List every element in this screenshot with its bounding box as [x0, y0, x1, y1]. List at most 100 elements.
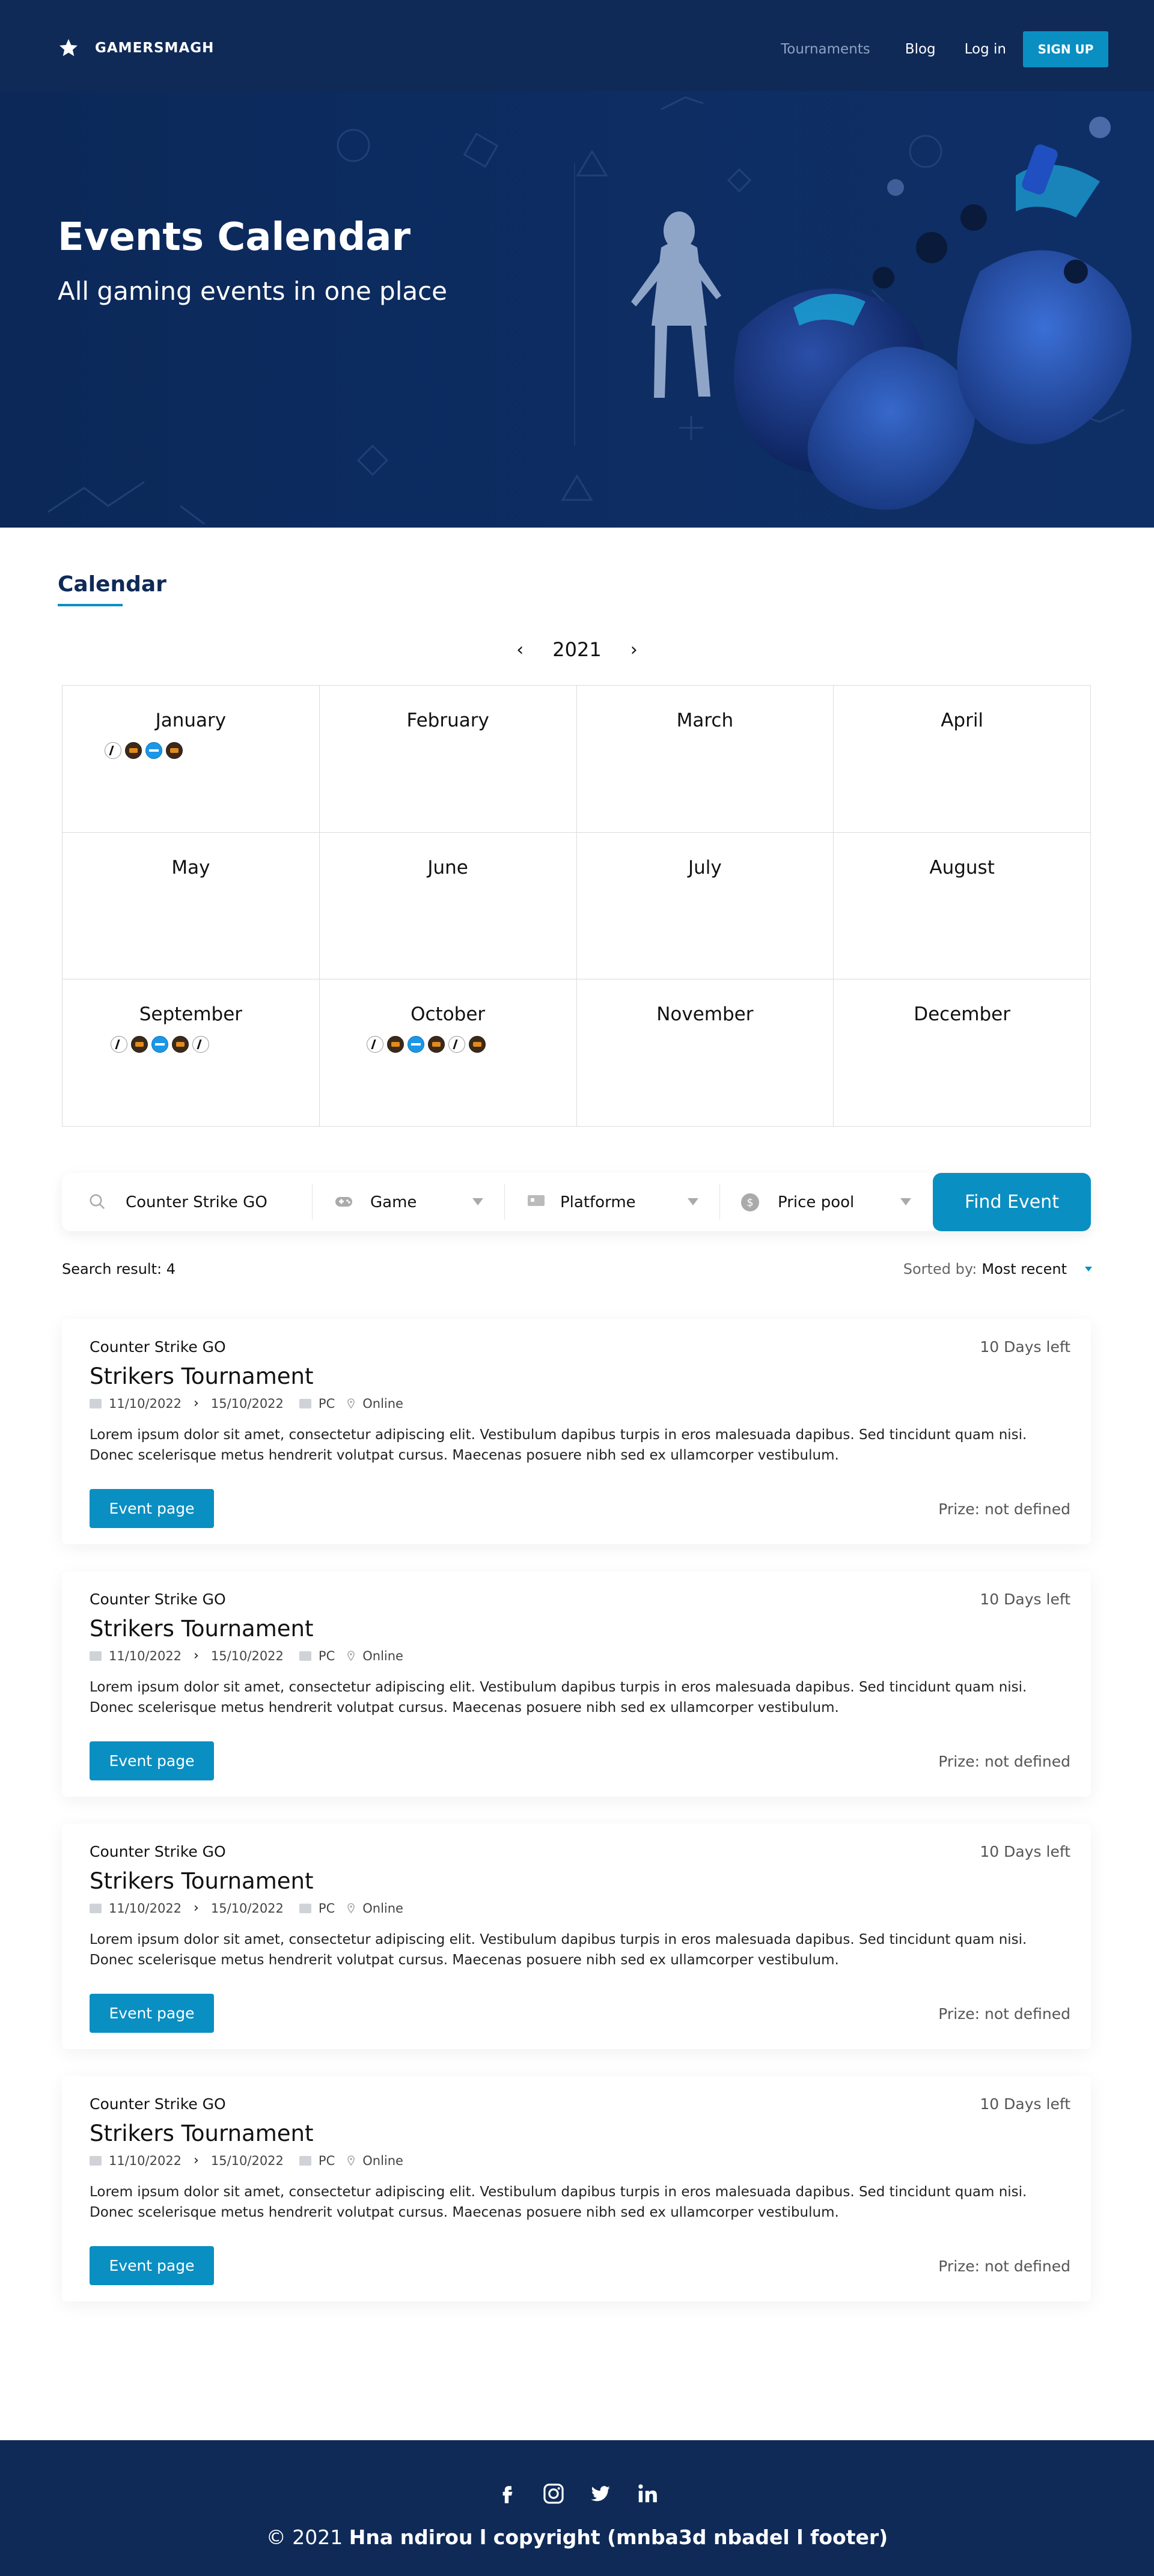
- month-events: [111, 1036, 209, 1053]
- month-cell-april[interactable]: April: [834, 686, 1091, 833]
- month-name: January: [155, 710, 227, 731]
- month-name: December: [914, 1003, 1010, 1026]
- brawl-game-icon[interactable]: [468, 1036, 486, 1053]
- event-platform: PC: [318, 1396, 335, 1411]
- chevron-down-icon: [472, 1198, 483, 1205]
- chevron-right-icon: ›: [194, 2153, 199, 2168]
- event-game: Counter Strike GO: [90, 2095, 226, 2113]
- platform-icon: [528, 1195, 545, 1206]
- brawl-game-icon[interactable]: [131, 1036, 148, 1053]
- month-cell-july[interactable]: July: [576, 832, 834, 980]
- event-description: Lorem ipsum dolor sit amet, consectetur …: [90, 2184, 1027, 2220]
- calendar-heading: Calendar: [58, 572, 166, 597]
- month-name: May: [171, 856, 210, 878]
- cs-game-icon[interactable]: [448, 1036, 465, 1053]
- event-game: Counter Strike GO: [90, 1338, 226, 1356]
- search-icon: [90, 1194, 105, 1210]
- calendar-icon: [90, 1903, 102, 1913]
- instagram-icon[interactable]: [542, 2482, 565, 2505]
- brand-logo[interactable]: GAMERSMAGH: [58, 37, 214, 59]
- hero-subtitle: All gaming events in one place: [58, 276, 448, 306]
- cs-game-icon[interactable]: [366, 1036, 383, 1053]
- month-cell-january[interactable]: January: [63, 686, 320, 833]
- event-platform: PC: [318, 2153, 335, 2168]
- month-name: April: [941, 710, 984, 731]
- month-cell-june[interactable]: June: [319, 832, 577, 980]
- nav-link-tournaments[interactable]: Tournaments: [781, 41, 870, 57]
- copyright-text: © 2021 Hna ndirou l copyright (mnba3d nb…: [266, 2526, 888, 2549]
- event-prize: Prize: not defined: [938, 2258, 1070, 2275]
- cs-game-icon[interactable]: [192, 1036, 209, 1053]
- event-days-left: 10 Days left: [980, 1338, 1070, 1356]
- chevron-down-icon[interactable]: [1085, 1267, 1092, 1271]
- nav-link-blog[interactable]: Blog: [905, 41, 936, 57]
- brawl-game-icon[interactable]: [386, 1036, 404, 1053]
- event-card: Counter Strike GO 10 Days left Strikers …: [62, 1319, 1091, 1544]
- event-page-button[interactable]: Event page: [90, 1994, 214, 2033]
- year-navigator: ‹ 2021 ›: [0, 638, 1154, 661]
- linkedin-icon[interactable]: [636, 2482, 659, 2505]
- sort-value[interactable]: Most recent: [982, 1261, 1067, 1277]
- search-field[interactable]: Counter Strike GO: [62, 1173, 313, 1231]
- find-event-button[interactable]: Find Event: [933, 1173, 1091, 1231]
- chevron-right-icon: ›: [194, 1901, 199, 1916]
- event-days-left: 10 Days left: [980, 2095, 1070, 2113]
- month-name: February: [406, 710, 489, 731]
- event-card: Counter Strike GO 10 Days left Strikers …: [62, 1571, 1091, 1797]
- next-year-button[interactable]: ›: [630, 639, 638, 660]
- search-input[interactable]: Counter Strike GO: [126, 1193, 267, 1211]
- month-name: June: [427, 856, 468, 878]
- brawl-game-icon[interactable]: [427, 1036, 445, 1053]
- event-prize: Prize: not defined: [938, 1500, 1070, 1518]
- hero-banner: Events Calendar All gaming events in one…: [0, 91, 1154, 528]
- month-cell-august[interactable]: August: [834, 832, 1091, 980]
- blue-game-icon[interactable]: [145, 742, 162, 759]
- chevron-right-icon: ›: [194, 1396, 199, 1411]
- month-cell-march[interactable]: March: [576, 686, 834, 833]
- brawl-game-icon[interactable]: [166, 742, 183, 759]
- brawl-game-icon[interactable]: [172, 1036, 189, 1053]
- platform-icon: [299, 1903, 311, 1913]
- cs-game-icon[interactable]: [105, 742, 121, 759]
- calendar-icon: [90, 1651, 102, 1661]
- price-select-value: Price pool: [778, 1193, 855, 1211]
- event-start-date: 11/10/2022: [109, 1396, 182, 1411]
- event-end-date: 15/10/2022: [210, 2153, 284, 2168]
- month-name: August: [929, 856, 995, 878]
- event-page-button[interactable]: Event page: [90, 2246, 214, 2285]
- sort-label: Sorted by:: [903, 1261, 977, 1277]
- facebook-icon[interactable]: [495, 2482, 518, 2505]
- event-meta: 11/10/2022 › 15/10/2022 PC Online: [90, 1901, 403, 1916]
- event-title: Strikers Tournament: [90, 1616, 314, 1642]
- month-cell-february[interactable]: February: [319, 686, 577, 833]
- month-cell-october[interactable]: October: [319, 979, 577, 1127]
- brawl-game-icon[interactable]: [125, 742, 142, 759]
- month-cell-may[interactable]: May: [63, 832, 320, 980]
- event-page-button[interactable]: Event page: [90, 1741, 214, 1780]
- month-cell-november[interactable]: November: [576, 979, 834, 1127]
- event-location: Online: [362, 1648, 403, 1663]
- event-days-left: 10 Days left: [980, 1591, 1070, 1608]
- sort-control[interactable]: Sorted by: Most recent: [903, 1261, 1092, 1277]
- event-platform: PC: [318, 1648, 335, 1663]
- event-start-date: 11/10/2022: [109, 1648, 182, 1663]
- calendar-icon: [90, 2155, 102, 2166]
- calendar-grid: January February March April May June Ju…: [62, 685, 1091, 1127]
- nav-link-login[interactable]: Log in: [965, 41, 1006, 57]
- signup-button[interactable]: SIGN UP: [1023, 31, 1108, 67]
- month-cell-september[interactable]: September: [63, 979, 320, 1127]
- month-cell-december[interactable]: December: [834, 979, 1091, 1127]
- cs-game-icon[interactable]: [111, 1036, 127, 1053]
- price-select[interactable]: $ Price pool: [720, 1173, 933, 1231]
- blue-game-icon[interactable]: [151, 1036, 168, 1053]
- twitter-icon[interactable]: [589, 2482, 612, 2505]
- dollar-icon: $: [741, 1193, 759, 1211]
- blue-game-icon[interactable]: [407, 1036, 424, 1053]
- hero-title: Events Calendar: [58, 215, 411, 260]
- prev-year-button[interactable]: ‹: [516, 639, 524, 660]
- location-pin-icon: [347, 1902, 355, 1913]
- game-select[interactable]: Game: [313, 1173, 505, 1231]
- event-page-button[interactable]: Event page: [90, 1489, 214, 1528]
- event-end-date: 15/10/2022: [210, 1648, 284, 1663]
- platform-select[interactable]: Platforme: [505, 1173, 720, 1231]
